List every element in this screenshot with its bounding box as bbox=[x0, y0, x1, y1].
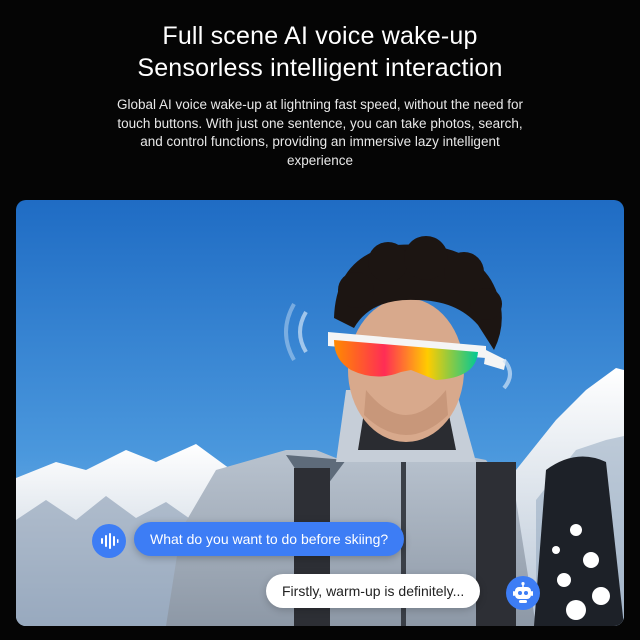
robot-icon bbox=[513, 582, 533, 603]
voice-waveform-icon bbox=[101, 533, 119, 549]
ski-scene-illustration bbox=[16, 200, 624, 626]
headline-line-2: Sensorless intelligent interaction bbox=[137, 54, 503, 82]
user-message-bubble: What do you want to do before skiing? bbox=[134, 522, 405, 556]
bot-avatar bbox=[506, 576, 540, 610]
headline-line-1: Full scene AI voice wake-up bbox=[162, 22, 478, 50]
headline: Full scene AI voice wake-up Sensorless i… bbox=[0, 20, 640, 84]
description: Global AI voice wake-up at lightning fas… bbox=[116, 97, 523, 168]
hero-photo bbox=[16, 200, 624, 626]
assistant-reply-bubble: Firstly, warm-up is definitely... bbox=[266, 574, 481, 608]
voice-avatar bbox=[92, 524, 126, 558]
